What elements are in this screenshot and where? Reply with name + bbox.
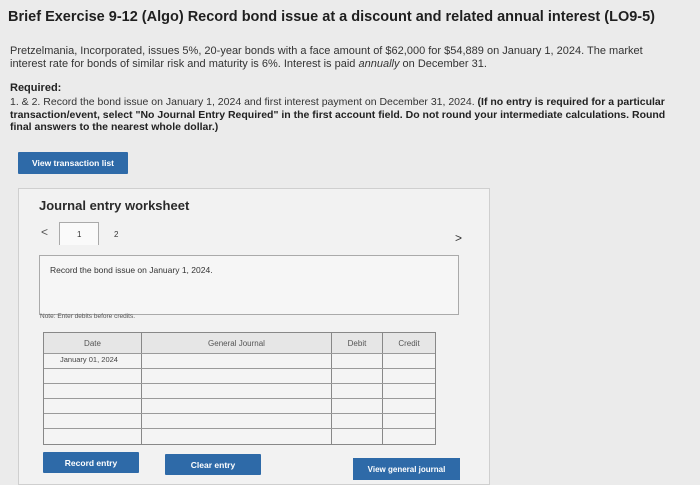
required-text: 1. & 2. Record the bond issue on January… bbox=[10, 96, 686, 134]
column-header-general-journal: General Journal bbox=[142, 333, 331, 353]
row-divider bbox=[44, 398, 435, 399]
problem-text: Pretzelmania, Incorporated, issues 5%, 2… bbox=[10, 45, 643, 70]
column-header-debit: Debit bbox=[332, 333, 382, 353]
problem-statement: Pretzelmania, Incorporated, issues 5%, 2… bbox=[10, 45, 680, 71]
record-entry-button[interactable]: Record entry bbox=[43, 452, 139, 473]
entry-description: Record the bond issue on January 1, 2024… bbox=[50, 265, 213, 275]
page-number-1[interactable]: 1 bbox=[77, 230, 81, 239]
required-instruction: 1. & 2. Record the bond issue on January… bbox=[10, 96, 475, 108]
entry-description-box: Record the bond issue on January 1, 2024… bbox=[39, 255, 459, 315]
column-header-date: Date bbox=[44, 333, 141, 353]
page-number-2[interactable]: 2 bbox=[114, 230, 118, 239]
view-general-journal-button[interactable]: View general journal bbox=[353, 458, 460, 480]
row-divider bbox=[44, 413, 435, 414]
problem-text-end: on December 31. bbox=[399, 58, 487, 70]
page-title: Brief Exercise 9-12 (Algo) Record bond i… bbox=[8, 9, 656, 25]
debit-field[interactable] bbox=[333, 354, 381, 367]
debits-note: Note: Enter debits before credits. bbox=[40, 313, 136, 320]
journal-entry-worksheet: Journal entry worksheet < 1 2 > Record t… bbox=[18, 188, 490, 485]
column-header-credit: Credit bbox=[383, 333, 435, 353]
clear-entry-button[interactable]: Clear entry bbox=[165, 454, 261, 475]
worksheet-title: Journal entry worksheet bbox=[39, 198, 190, 213]
journal-table: Date General Journal Debit Credit Januar… bbox=[43, 332, 436, 445]
row-divider bbox=[44, 368, 435, 369]
row-divider bbox=[44, 383, 435, 384]
credit-field[interactable] bbox=[384, 354, 434, 367]
table-row-date: January 01, 2024 bbox=[60, 355, 118, 364]
problem-emphasis: annually bbox=[358, 58, 400, 70]
view-transaction-list-button[interactable]: View transaction list bbox=[18, 152, 128, 174]
chevron-right-icon[interactable]: > bbox=[455, 231, 462, 245]
required-heading: Required: bbox=[10, 82, 62, 94]
page: Brief Exercise 9-12 (Algo) Record bond i… bbox=[0, 0, 700, 485]
row-divider bbox=[44, 428, 435, 429]
chevron-left-icon[interactable]: < bbox=[41, 225, 48, 239]
account-field[interactable] bbox=[143, 354, 330, 367]
